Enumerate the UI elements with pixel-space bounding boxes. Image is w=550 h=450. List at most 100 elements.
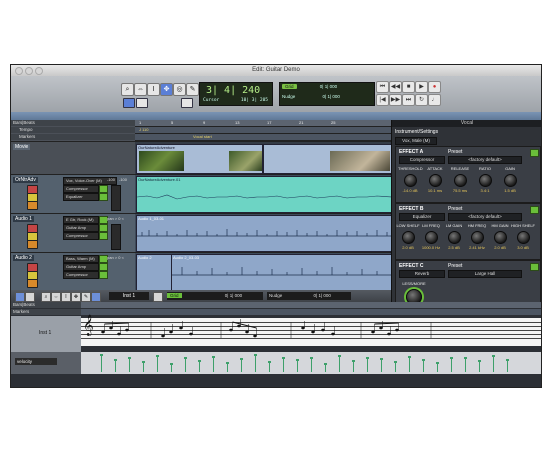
effect-a-bypass-toggle[interactable] xyxy=(530,149,539,157)
velocity-stalk[interactable] xyxy=(507,361,508,372)
velocity-handle[interactable] xyxy=(198,360,201,363)
plugin-active-toggle[interactable] xyxy=(99,224,108,232)
metronome-icon[interactable]: ♩ xyxy=(428,94,441,106)
ratio-knob[interactable] xyxy=(479,174,492,187)
gain-knob[interactable] xyxy=(504,174,517,187)
mute-button[interactable] xyxy=(27,201,38,210)
pan-value[interactable]: -100 xyxy=(119,177,127,182)
attack-knob[interactable] xyxy=(429,174,442,187)
velocity-stalk[interactable] xyxy=(129,358,130,372)
velocity-handle[interactable] xyxy=(114,359,117,362)
audio-clip[interactable]: OurNatureAdventure.01 xyxy=(136,176,391,213)
audio-2-lane[interactable]: Audio 2 Audio 2_03-03 xyxy=(135,252,391,290)
velocity-stalk[interactable] xyxy=(465,359,466,372)
pan-value[interactable]: pan > 0 < xyxy=(107,216,124,221)
plugin-slot-2[interactable]: Equalizer xyxy=(63,193,99,201)
velocity-handle[interactable] xyxy=(100,353,103,356)
plugin-active-toggle[interactable] xyxy=(99,263,108,271)
velocity-handle[interactable] xyxy=(366,357,369,360)
velocity-handle[interactable] xyxy=(380,358,383,361)
rewind-to-start-icon[interactable]: ⏮ xyxy=(376,81,389,93)
velocity-stalk[interactable] xyxy=(451,358,452,372)
low-shelf-knob[interactable] xyxy=(402,231,415,244)
tempo-ruler[interactable]: J 110 xyxy=(135,127,391,134)
velocity-handle[interactable] xyxy=(394,361,397,363)
link-tool-button[interactable] xyxy=(136,98,148,108)
notation-staff[interactable]: 𝄞 xyxy=(81,315,541,346)
back-icon[interactable]: |◀ xyxy=(376,94,389,106)
velocity-handle[interactable] xyxy=(184,357,187,360)
release-knob[interactable] xyxy=(454,174,467,187)
midi-instrument-select[interactable]: Inst 1 xyxy=(109,292,149,300)
minimize-window-button[interactable] xyxy=(25,67,33,75)
effect-c-preset-select[interactable]: Large Hall xyxy=(448,270,522,278)
velocity-handle[interactable] xyxy=(478,360,481,363)
markers-ruler[interactable]: Vocal start xyxy=(135,134,391,141)
view-button[interactable] xyxy=(25,292,35,302)
velocity-handle[interactable] xyxy=(408,355,411,358)
selector-tool-icon[interactable]: I xyxy=(61,292,71,302)
velocity-stalk[interactable] xyxy=(339,356,340,372)
trim-tool-icon[interactable]: ⇔ xyxy=(134,83,147,96)
play-icon[interactable]: ▶ xyxy=(415,81,428,93)
velocity-handle[interactable] xyxy=(310,356,313,359)
mute-button[interactable] xyxy=(27,240,38,249)
zoom-window-button[interactable] xyxy=(35,67,43,75)
grabber-tool-icon[interactable]: ✥ xyxy=(160,83,173,96)
volume-value[interactable]: -100 xyxy=(107,177,115,182)
main-counter[interactable]: 3| 4| 240 Cursor 10| 3| 205 xyxy=(199,82,273,106)
velocity-handle[interactable] xyxy=(156,354,159,357)
tempo-marker[interactable]: J 110 xyxy=(139,127,149,132)
velocity-stalk[interactable] xyxy=(241,360,242,372)
velocity-stalk[interactable] xyxy=(157,356,158,372)
velocity-stalk[interactable] xyxy=(269,363,270,372)
velocity-lane[interactable] xyxy=(81,352,541,374)
trim-tool-icon[interactable]: ⇔ xyxy=(51,292,61,302)
velocity-handle[interactable] xyxy=(170,362,173,365)
effect-b-type-select[interactable]: Equalizer xyxy=(399,213,445,221)
velocity-handle[interactable] xyxy=(492,354,495,357)
velocity-handle[interactable] xyxy=(240,358,243,361)
mute-button[interactable] xyxy=(27,279,38,288)
velocity-stalk[interactable] xyxy=(395,363,396,372)
velocity-handle[interactable] xyxy=(464,357,467,360)
rewind-icon[interactable]: ◀◀ xyxy=(389,81,402,93)
zoom-tool-icon[interactable]: ⌕ xyxy=(121,83,134,96)
high-shelf-knob[interactable] xyxy=(517,231,530,244)
overview-ruler[interactable] xyxy=(11,112,541,120)
grid-value[interactable]: 0| 1| 000 xyxy=(320,84,337,89)
plugin-slot-1[interactable]: Guitar Amp xyxy=(63,224,99,232)
lm-freq-knob[interactable] xyxy=(425,231,438,244)
velocity-stalk[interactable] xyxy=(213,357,214,372)
velocity-stalk[interactable] xyxy=(381,360,382,372)
grabber-tool-icon[interactable]: ✥ xyxy=(71,292,81,302)
velocity-handle[interactable] xyxy=(324,362,327,365)
effect-a-preset-select[interactable]: <factory default> xyxy=(448,156,522,164)
audio-clip[interactable]: Audio 2_03-03 xyxy=(171,254,391,290)
track-header-audio-1[interactable]: Audio 1 E Gtr, Rock (M) Guitar Amp Compr… xyxy=(11,213,135,252)
midi-track-name[interactable]: Inst 1 xyxy=(39,330,51,336)
track-header-movie[interactable]: Movie xyxy=(11,141,135,174)
effect-b-bypass-toggle[interactable] xyxy=(530,206,539,214)
midi-nudge-display[interactable]: Nudge 0| 1| 000 xyxy=(267,292,351,300)
audio-clip[interactable]: Audio 2 xyxy=(136,254,172,290)
loop-icon[interactable]: ↻ xyxy=(415,94,428,106)
lm-gain-knob[interactable] xyxy=(448,231,461,244)
velocity-handle[interactable] xyxy=(212,355,215,358)
velocity-handle[interactable] xyxy=(282,357,285,360)
keyboard-focus-button[interactable] xyxy=(181,98,193,108)
record-icon[interactable]: ● xyxy=(428,81,441,93)
velocity-stalk[interactable] xyxy=(283,359,284,372)
audio-1-lane[interactable]: Audio 1_03-01 xyxy=(135,213,391,252)
selector-tool-icon[interactable]: I xyxy=(147,83,160,96)
velocity-stalk[interactable] xyxy=(409,357,410,372)
track-preset-selector[interactable]: Vox, Male (M) xyxy=(395,137,437,145)
velocity-stalk[interactable] xyxy=(115,361,116,372)
plugin-active-toggle[interactable] xyxy=(99,193,108,201)
velocity-lane-select[interactable]: velocity xyxy=(15,358,57,365)
ornatadv-lane[interactable]: OurNatureAdventure.01 xyxy=(135,174,391,213)
effect-c-type-select[interactable]: Reverb xyxy=(399,270,445,278)
plugin-slot-2[interactable]: Compressor xyxy=(63,232,99,240)
velocity-handle[interactable] xyxy=(128,356,131,359)
preset-selector[interactable]: Bass, Warm (M) xyxy=(63,255,99,263)
